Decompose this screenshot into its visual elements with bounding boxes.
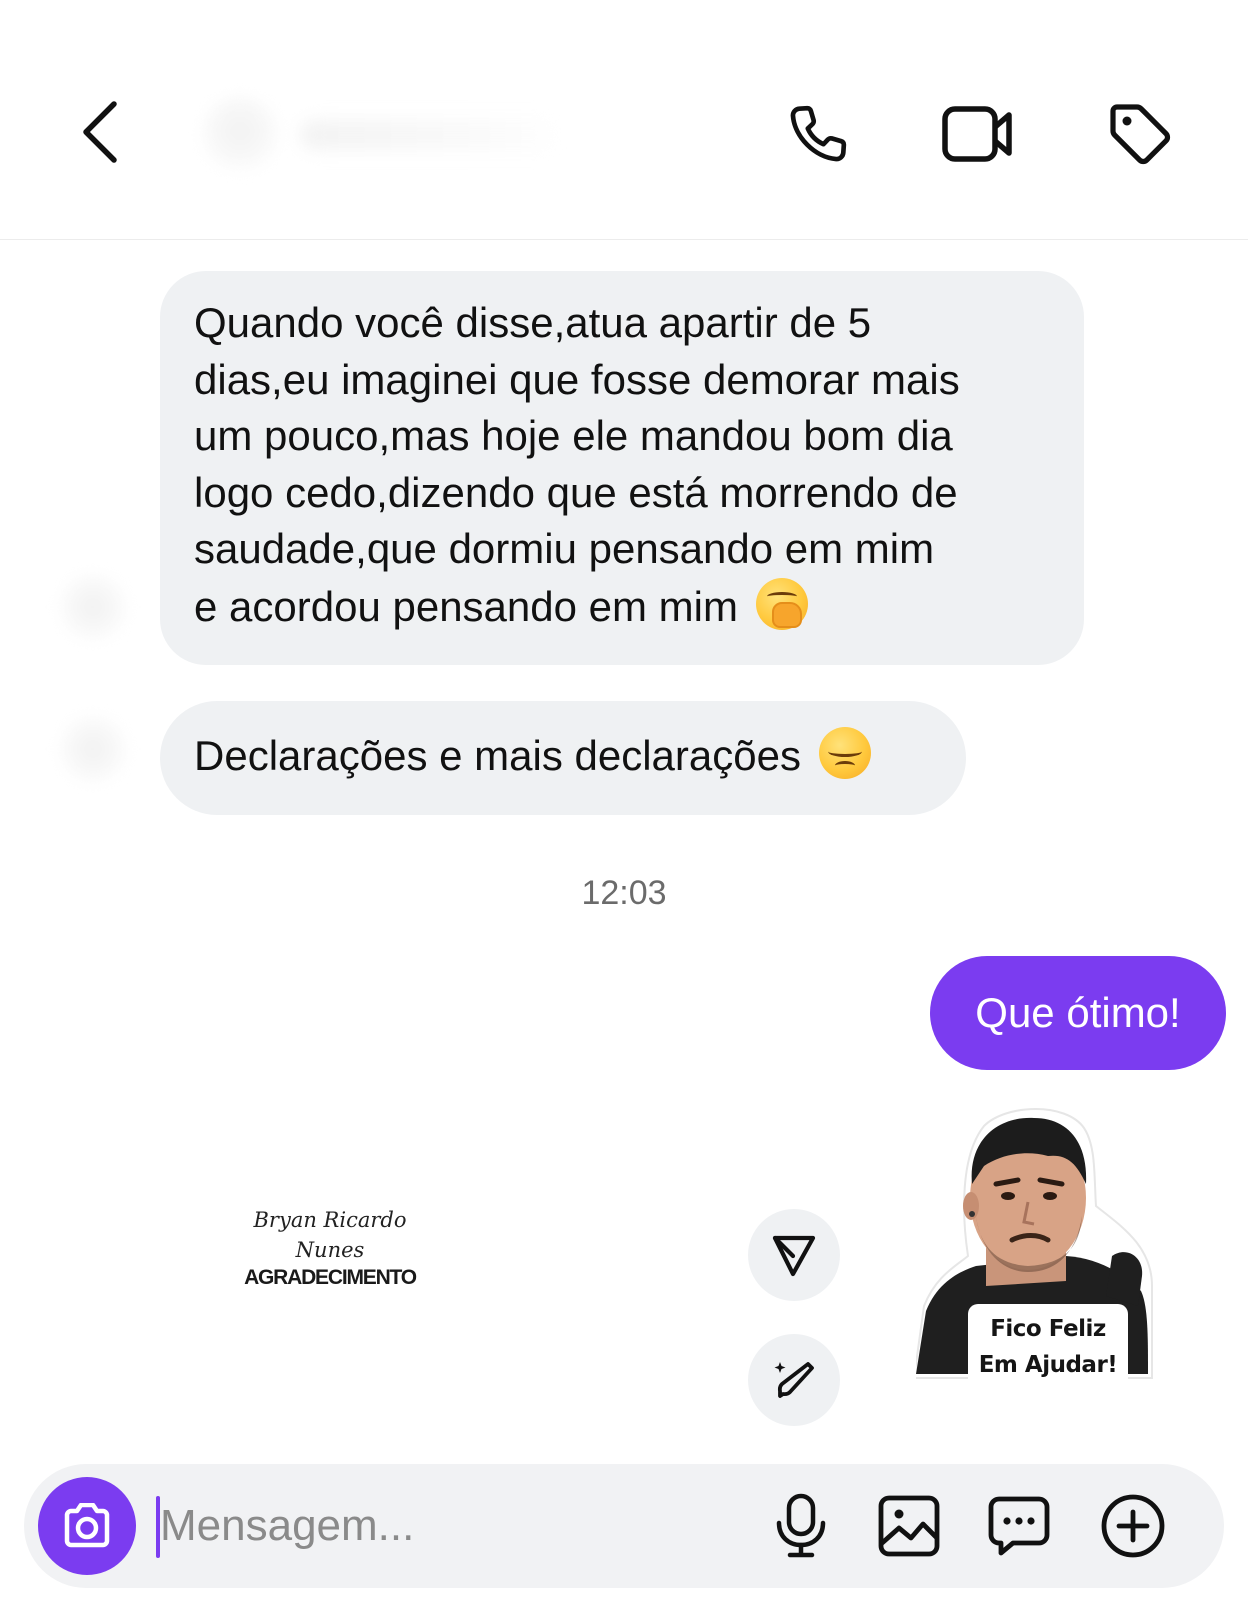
outgoing-message[interactable]: Que ótimo! bbox=[930, 956, 1226, 1070]
incoming-message[interactable]: Quando você disse,atua apartir de 5 dias… bbox=[160, 271, 1084, 665]
message-input[interactable] bbox=[160, 1486, 760, 1566]
relieved-face-emoji bbox=[818, 727, 871, 779]
contact-avatar[interactable] bbox=[200, 95, 280, 175]
sender-avatar[interactable] bbox=[58, 714, 128, 784]
message-text: Que ótimo! bbox=[975, 989, 1181, 1036]
message-timestamp: 12:03 bbox=[581, 874, 667, 912]
message-text: Declarações e mais declarações bbox=[194, 732, 801, 779]
sticker-caption-line: Em Ajudar! bbox=[978, 1352, 1118, 1378]
message-line: Quando você disse,atua apartir de 5 bbox=[194, 299, 872, 346]
watermark-caption: AGRADECIMENTO bbox=[244, 1266, 417, 1289]
microphone-icon bbox=[776, 1493, 826, 1558]
hand-over-mouth-emoji bbox=[755, 577, 808, 630]
chat-header bbox=[0, 0, 1248, 240]
tag-button[interactable] bbox=[1100, 94, 1180, 174]
sticker-message[interactable]: Fico Feliz Em Ajudar! bbox=[916, 1106, 1174, 1406]
ai-edit-button[interactable] bbox=[748, 1334, 840, 1426]
back-button[interactable] bbox=[70, 92, 130, 172]
send-icon bbox=[772, 1235, 816, 1277]
share-button[interactable] bbox=[748, 1209, 840, 1301]
incoming-message[interactable]: Declarações e mais declarações bbox=[160, 701, 966, 815]
message-line: um pouco,mas hoje ele mandou bom dia bbox=[194, 412, 953, 459]
video-camera-icon bbox=[942, 106, 1012, 162]
message-line: logo cedo,dizendo que está morrendo de bbox=[194, 468, 958, 516]
sticker-icon bbox=[988, 1496, 1050, 1556]
gallery-icon bbox=[878, 1495, 940, 1557]
watermark-name: Bryan Ricardo bbox=[253, 1208, 407, 1232]
watermark-surname: Nunes bbox=[295, 1238, 365, 1262]
sticker-caption-line: Fico Feliz bbox=[990, 1316, 1106, 1342]
sticker-button[interactable] bbox=[979, 1486, 1059, 1566]
video-call-button[interactable] bbox=[938, 94, 1018, 174]
magic-brush-icon bbox=[774, 1362, 814, 1398]
message-line: dias,eu imaginei que fosse demorar mais bbox=[194, 355, 960, 403]
camera-icon bbox=[64, 1503, 110, 1548]
watermark: Bryan Ricardo Nunes AGRADECIMENTO bbox=[230, 1205, 430, 1291]
plus-circle-icon bbox=[1101, 1494, 1165, 1558]
voice-message-button[interactable] bbox=[761, 1486, 841, 1566]
tag-icon bbox=[1110, 104, 1171, 165]
phone-icon bbox=[790, 105, 847, 162]
contact-name-blurred bbox=[300, 120, 560, 150]
camera-button[interactable] bbox=[38, 1477, 136, 1575]
sender-avatar[interactable] bbox=[58, 572, 128, 642]
gallery-button[interactable] bbox=[869, 1486, 949, 1566]
message-line: e acordou pensando em mim bbox=[194, 577, 1048, 636]
more-options-button[interactable] bbox=[1093, 1486, 1173, 1566]
message-line: saudade,que dormiu pensando em mim bbox=[194, 525, 935, 572]
call-button[interactable] bbox=[778, 94, 858, 174]
message-composer bbox=[24, 1464, 1224, 1588]
sticker-caption: Fico Feliz Em Ajudar! bbox=[968, 1304, 1128, 1390]
chevron-left-icon bbox=[83, 101, 117, 163]
contact-info[interactable] bbox=[200, 90, 560, 180]
